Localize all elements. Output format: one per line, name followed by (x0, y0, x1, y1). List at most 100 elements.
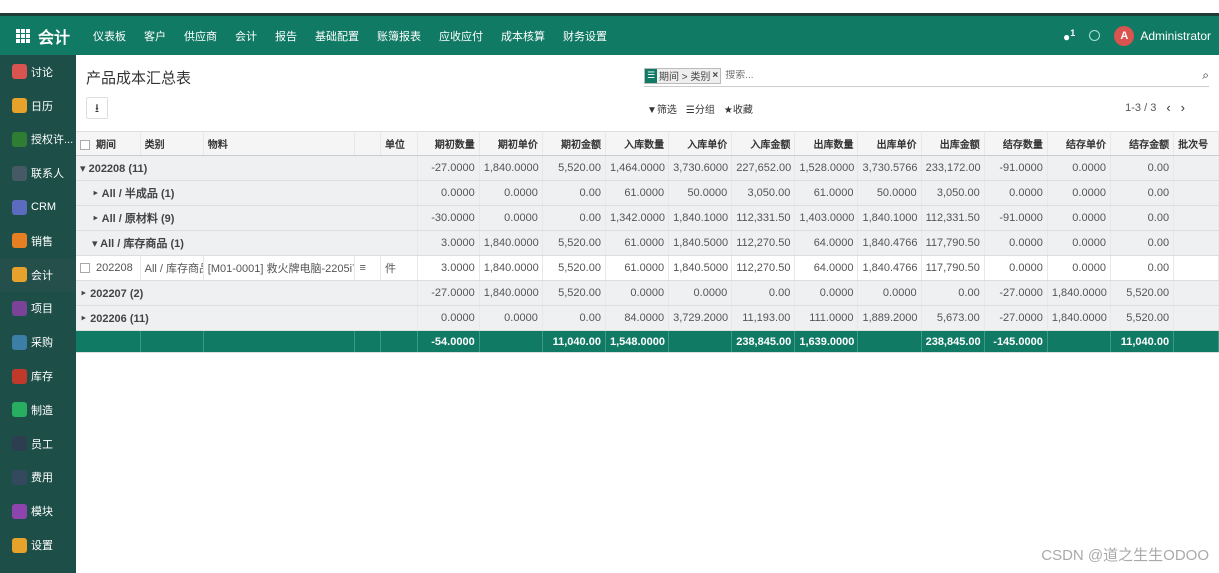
group-label[interactable]: ▾ All / 库存商品 (1) (76, 230, 418, 256)
app-icon (12, 469, 27, 485)
value-cell: 3,730.5766 (857, 155, 922, 181)
sidebar-item[interactable]: 讨论 (0, 55, 76, 89)
column-header-label: 出库数量 (813, 140, 854, 151)
sidebar-item-label: 库存 (31, 371, 53, 384)
group-label[interactable]: ‣ All / 原材料 (9) (76, 205, 418, 231)
sidebar-item-label: 日历 (31, 100, 53, 113)
column-header[interactable]: 入库金额 (731, 131, 796, 156)
sidebar-item[interactable]: 销售 (0, 224, 76, 258)
column-header[interactable]: 出库数量 (794, 131, 859, 156)
row-menu-icon[interactable]: ≡ (354, 255, 381, 281)
top-menu-item[interactable]: 仪表板 (84, 28, 135, 44)
value-cell: 1,840.0000 (479, 255, 543, 281)
sidebar-item[interactable]: 库存 (0, 359, 76, 393)
column-header[interactable]: 类别 (140, 131, 204, 156)
sidebar-item[interactable]: 员工 (0, 427, 76, 461)
table-body: ▾ 202208 (11) -27.0000 1,840.0000 5,520.00 1… (76, 155, 1219, 353)
remove-facet-icon[interactable]: × (712, 70, 718, 81)
value-cell: 0.00 (1110, 255, 1175, 281)
top-menu-item[interactable]: 成本核算 (492, 28, 554, 44)
value-cell: 5,520.00 (1110, 280, 1175, 306)
column-header[interactable]: 期初金额 (542, 131, 606, 156)
user-menu[interactable]: A Administrator (1114, 25, 1211, 46)
column-header[interactable]: 结存数量 (984, 131, 1048, 156)
group-row[interactable]: ‣ All / 半成品 (1) 0.0000 0.0000 0.00 61.0000 50… (76, 180, 1219, 206)
sidebar-item[interactable]: 费用 (0, 461, 76, 495)
search-facet[interactable]: ☰ 期间 > 类别 × (644, 67, 722, 84)
sidebar-item[interactable]: 联系人 (0, 156, 76, 190)
value-cell: 1,342.0000 (605, 205, 670, 231)
top-menu-item[interactable]: 账簿报表 (368, 28, 430, 44)
download-button[interactable]: ⭳ (86, 97, 108, 119)
group-label[interactable]: ‣ 202207 (2) (76, 280, 418, 306)
group-by-icon: ☰ (645, 68, 657, 83)
sidebar-item[interactable]: 模块 (0, 494, 76, 528)
value-cell: 1,840.1000 (668, 205, 733, 231)
column-header[interactable]: 出库单价 (857, 131, 922, 156)
table-row[interactable]: 202208 All / 库存商品[M01-0001] 救火牌电脑-2205i7-… (76, 255, 1219, 281)
app-icon (12, 334, 27, 350)
column-header[interactable]: 入库单价 (668, 131, 733, 156)
favorites-button[interactable]: ★收藏 (724, 101, 753, 116)
column-header[interactable]: 结存单价 (1047, 131, 1111, 156)
top-menu-item[interactable]: 报告 (266, 28, 306, 44)
group-row[interactable]: ‣ 202207 (2) -27.0000 1,840.0000 5,520.00 0.… (76, 280, 1219, 306)
search-bar[interactable]: ☰ 期间 > 类别 × ⌕ (644, 65, 1209, 87)
group-row[interactable]: ▾ 202208 (11) -27.0000 1,840.0000 5,520.00 1… (76, 155, 1219, 181)
totals-empty-cell (140, 330, 204, 353)
sidebar-item-label: 讨论 (31, 66, 53, 79)
value-cell: 233,172.00 (921, 155, 985, 181)
value-cell: 0.00 (542, 180, 606, 206)
sidebar-item[interactable]: 项目 (0, 292, 76, 326)
apps-grid-icon[interactable] (16, 28, 30, 43)
select-all-checkbox[interactable] (80, 140, 90, 151)
activity-clock-icon[interactable] (1089, 30, 1101, 41)
group-row[interactable]: ‣ 202206 (11) 0.0000 0.0000 0.00 84.0000 3,72… (76, 305, 1219, 331)
sidebar-item[interactable]: 授权许... (0, 123, 76, 157)
top-menu-item[interactable]: 会计 (226, 28, 266, 44)
lot-cell (1173, 230, 1219, 256)
row-checkbox[interactable] (80, 263, 90, 274)
top-menu: 仪表板 客户 供应商 会计 报告 基础配置 账簿报表 应收应付 成本核算 财务设置 (84, 28, 616, 44)
column-header[interactable]: 单位 (380, 131, 418, 156)
group-row[interactable]: ‣ All / 原材料 (9) -30.0000 0.0000 0.00 1,342.0… (76, 205, 1219, 231)
group-row[interactable]: ▾ All / 库存商品 (1) 3.0000 1,840.0000 5,520.00… (76, 230, 1219, 256)
sidebar-item[interactable]: 采购 (0, 325, 76, 359)
pager-value[interactable]: 1-3 / 3 (1125, 102, 1156, 114)
top-menu-item[interactable]: 应收应付 (430, 28, 492, 44)
top-menu-item[interactable]: 基础配置 (306, 28, 368, 44)
column-header[interactable] (354, 131, 381, 156)
total-cell (1047, 330, 1111, 353)
group-label[interactable]: ▾ 202208 (11) (76, 155, 418, 181)
sidebar-item[interactable]: 日历 (0, 89, 76, 123)
filter-button[interactable]: ▼筛选 (647, 101, 677, 116)
column-header[interactable]: 批次号 (1173, 131, 1219, 156)
column-header[interactable]: 期初单价 (479, 131, 543, 156)
app-switcher[interactable]: 会计 (0, 24, 84, 48)
group-label[interactable]: ‣ All / 半成品 (1) (76, 180, 418, 206)
sidebar-item-label: 设置 (31, 540, 53, 553)
column-header[interactable]: 入库数量 (605, 131, 670, 156)
top-menu-item[interactable]: 客户 (135, 28, 175, 44)
app-icon (12, 165, 27, 181)
column-header[interactable]: 出库金额 (921, 131, 985, 156)
column-header[interactable]: 物料 (203, 131, 356, 156)
search-input[interactable] (725, 70, 1203, 81)
value-cell: 117,790.50 (921, 255, 985, 281)
pager-next-icon[interactable]: › (1181, 100, 1185, 115)
sidebar-item[interactable]: 设置 (0, 528, 76, 562)
column-header[interactable]: 期初数量 (417, 131, 480, 156)
search-icon[interactable]: ⌕ (1202, 68, 1209, 83)
top-menu-item[interactable]: 财务设置 (554, 28, 616, 44)
column-header[interactable]: 期间 (76, 131, 141, 156)
groupby-button[interactable]: ☰分组 (686, 101, 715, 116)
pager-prev-icon[interactable]: ‹ (1166, 100, 1170, 115)
sidebar-item[interactable]: CRM (0, 190, 76, 224)
chat-icon[interactable]: ●1 (1063, 28, 1075, 44)
top-menu-item[interactable]: 供应商 (175, 28, 226, 44)
column-header[interactable]: 结存金额 (1110, 131, 1175, 156)
column-header-label: 入库数量 (624, 140, 665, 151)
sidebar-item[interactable]: 制造 (0, 393, 76, 427)
group-label[interactable]: ‣ 202206 (11) (76, 305, 418, 331)
sidebar-item[interactable]: 会计 (0, 257, 76, 292)
